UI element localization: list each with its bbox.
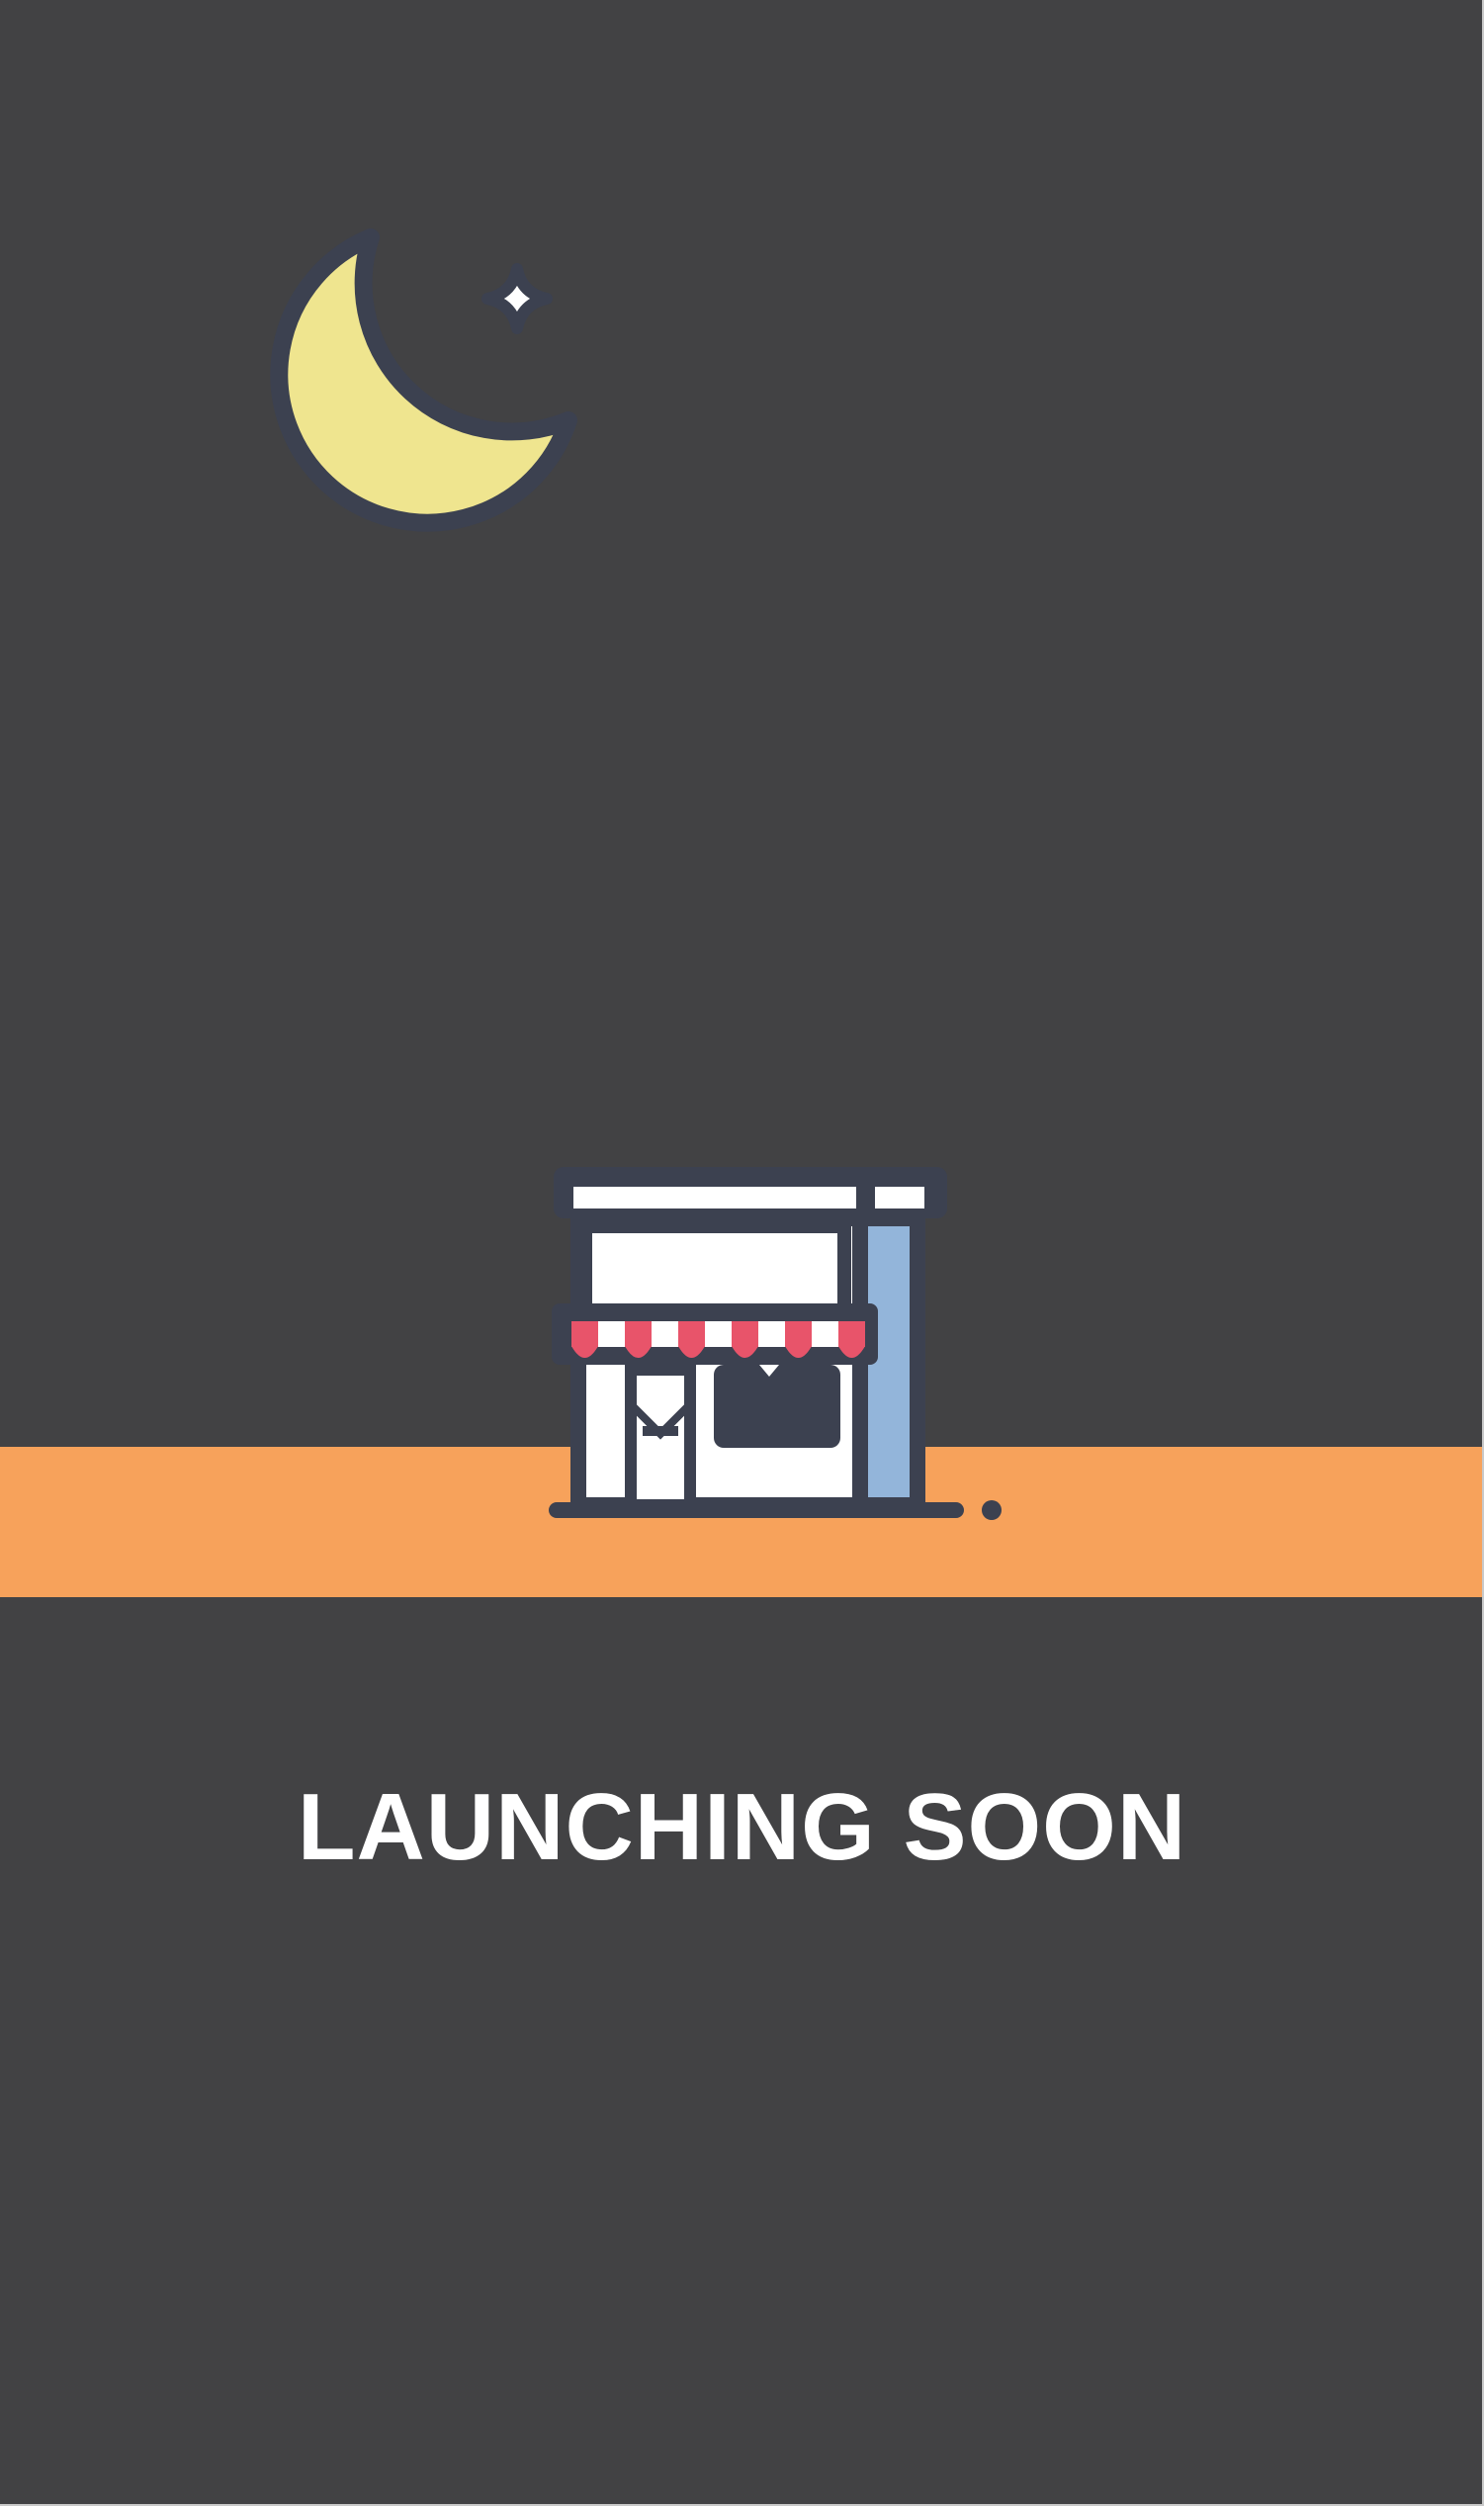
awning-stripe — [571, 1321, 598, 1347]
awning-stripe — [812, 1321, 838, 1347]
awning-stripe — [785, 1321, 812, 1347]
awning-stripe — [838, 1321, 865, 1347]
launching-soon-heading: LAUNCHING SOON — [297, 1774, 1187, 1880]
awning-stripe — [678, 1321, 705, 1347]
awning-stripe — [758, 1321, 785, 1347]
awning-stripe — [625, 1321, 652, 1347]
launch-screen: LAUNCHING SOON — [0, 0, 1484, 2506]
awning-stripe — [652, 1321, 678, 1347]
awning-stripe — [705, 1321, 732, 1347]
awning-stripe — [598, 1321, 625, 1347]
night-scene — [0, 0, 1482, 2504]
awning-stripe — [732, 1321, 758, 1347]
